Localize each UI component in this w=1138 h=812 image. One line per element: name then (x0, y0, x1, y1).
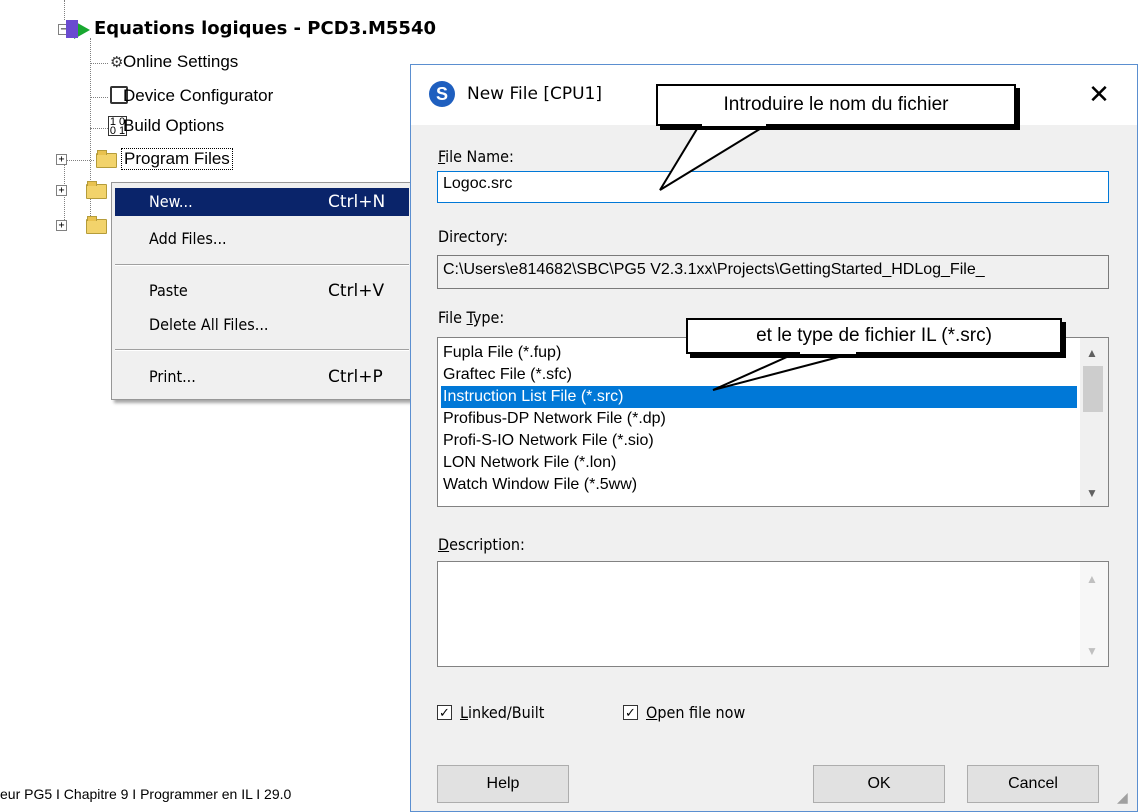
callout-joint (800, 350, 856, 354)
file-name-callout: Introduire le nom du fichier (656, 84, 1016, 126)
callout-pointer (659, 123, 772, 191)
callout-joint (702, 122, 766, 126)
file-type-callout: et le type de fichier IL (*.src) (686, 318, 1062, 354)
callout-pointer (712, 351, 859, 391)
page-footer: eur PG5 I Chapitre 9 I Programmer en IL … (0, 786, 292, 802)
